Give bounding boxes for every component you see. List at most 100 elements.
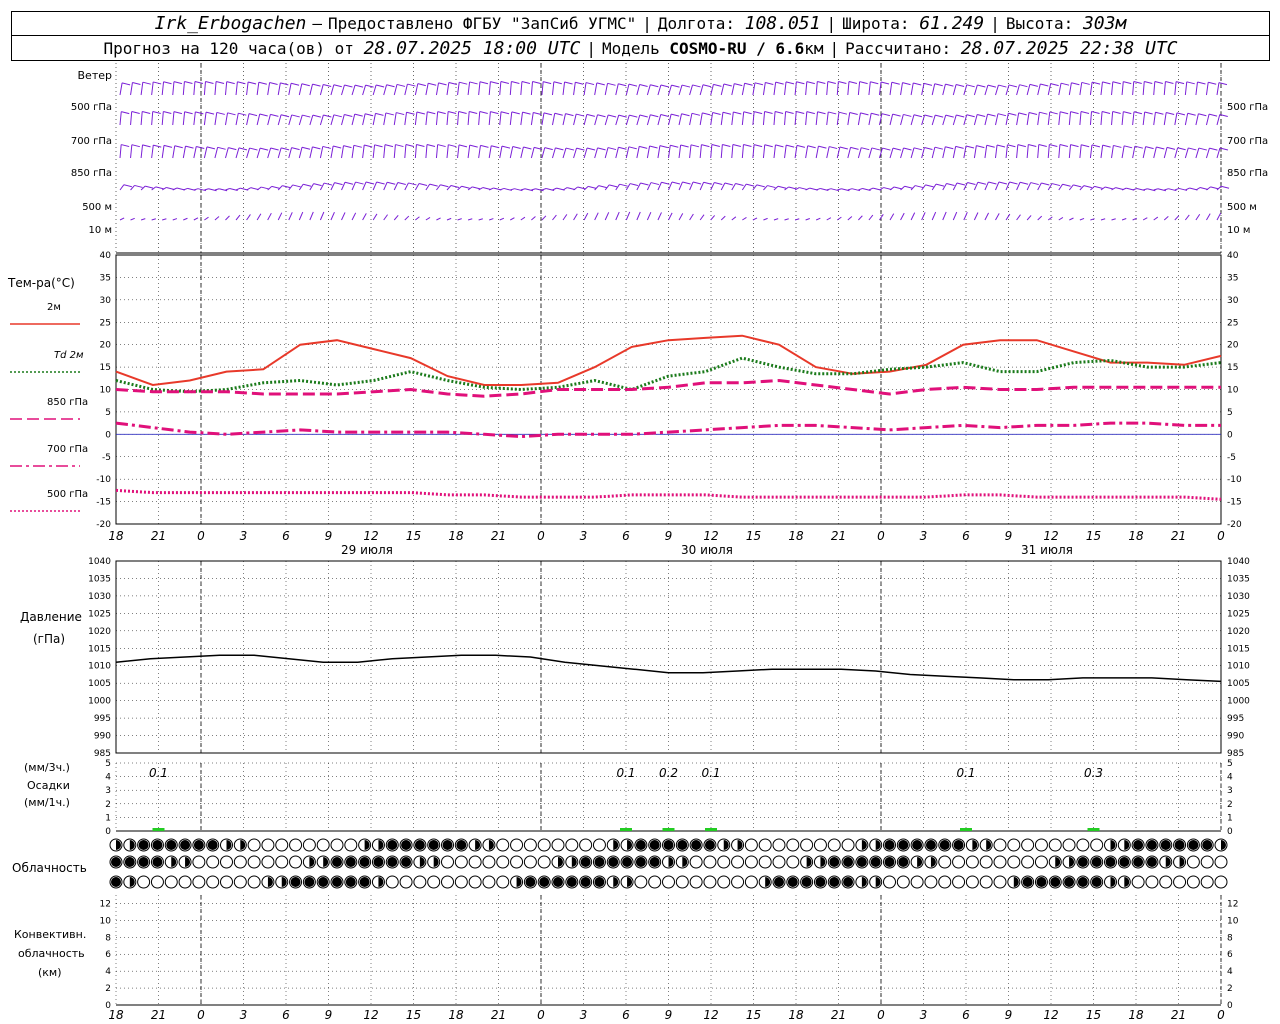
wind-barb [1184,81,1188,96]
wind-barb-flag [703,181,712,185]
wind-barb-flag [806,111,815,115]
cloud-fill-full [387,840,398,850]
hour-label: 12 [1043,529,1058,543]
wind-barb-flag [807,145,816,149]
wind-barb-flag [1112,111,1121,115]
cloud-fill-full [111,857,121,867]
cloud-symbol [1034,855,1048,869]
wind-barb-flag [681,113,690,117]
wind-barb [1121,81,1124,96]
wind-barb [172,81,175,96]
hour-label-bottom: 3 [920,1008,928,1022]
cloud-symbol [689,855,703,869]
wind-barb-flag [416,143,425,147]
wind-barb-flag [313,183,322,187]
wind-barb [140,111,143,126]
wind-barb [288,147,293,159]
wind-barb [1174,147,1179,159]
wind-barb-flag [142,144,151,148]
wind-barb [678,213,684,221]
wind-barb [710,84,714,96]
wind-barb [435,144,439,159]
wind-barb [910,212,916,221]
temp-ytick-left: -5 [102,453,111,463]
cloud-symbol [441,875,454,889]
wind-barb [214,147,219,159]
wind-barb [657,114,662,126]
wind-barb [836,81,839,96]
wind-barb-flag [163,144,173,148]
wind-barb [837,188,842,191]
wind-barb-flag [861,147,870,151]
wind-barb [847,147,852,159]
wind-barb-flag [924,114,933,118]
wind-barb-flag [217,146,226,150]
wind-barb [720,144,723,159]
wind-barb [1205,113,1210,126]
wind-barb-flag [1051,183,1061,187]
hour-label: 12 [703,529,718,543]
wind-barb [362,113,366,126]
wind-barb-flag [1102,81,1111,85]
wind-level-label-right: 700 гПа [1227,136,1268,147]
pressure-ytick-right: 1015 [1227,644,1250,654]
hour-label: 18 [448,529,464,543]
temp-legend-label: 850 гПа [47,397,88,408]
wind-barb-flag [1018,112,1027,116]
wind-barb-flag [956,114,965,118]
wind-barb [488,145,492,159]
wind-barb-flag [618,83,627,87]
cloud-symbol [993,875,1007,889]
wind-barb-flag [1166,146,1176,150]
conv-ylabel: (км) [38,966,62,979]
wind-barb-flag [618,146,627,150]
wind-barb [151,145,154,159]
cloud-symbol [261,838,275,852]
wind-barb [246,187,251,191]
wind-barb [1026,215,1032,221]
cloud-symbol [565,838,579,852]
wind-barb [530,81,534,96]
wind-barb [995,113,999,126]
cloud-fill-full [1160,840,1171,850]
wind-barb-flag [934,146,943,150]
cloud-symbol [1021,838,1035,852]
wind-barb-flag [913,82,922,86]
precip-ytick-right: 2 [1227,800,1233,810]
wind-barb [1132,111,1135,126]
wind-barb-flag [461,185,470,189]
cloud-fill-full [318,877,329,887]
cloud-symbol [220,875,233,889]
wind-barb-flag [935,114,944,118]
wind-barb-flag [280,82,289,86]
wind-barb [731,144,734,159]
wind-barb [193,146,197,159]
hour-label: 18 [1128,529,1144,543]
wind-barb-flag [417,83,426,87]
wind-barb [1037,83,1041,96]
temp-ylabel: Тем-ра(°C) [7,276,75,290]
wind-barb [1079,82,1083,96]
wind-barb [1047,111,1051,126]
wind-barb [636,146,640,159]
wind-barb [330,182,335,191]
wind-barb-flag [196,146,205,149]
wind-barb [815,146,819,159]
wind-barb [657,212,662,221]
wind-barb [499,81,502,96]
wind-barb-flag [1060,82,1070,86]
wind-barb [625,183,631,191]
wind-barb [362,213,367,221]
wind-level-label: 10 м [89,225,112,236]
wind-barb-flag [152,110,161,114]
wind-barb [351,212,357,221]
cloud-fill-full [1091,857,1102,867]
wind-barb [1184,147,1189,159]
wind-barb [1016,144,1019,159]
wind-barb-flag [206,146,216,150]
wind-barb-flag [302,114,311,118]
wind-barb [435,111,439,126]
precip-ytick-right: 1 [1227,813,1233,823]
wind-barb-flag [775,144,784,148]
wind-barb [836,146,841,159]
